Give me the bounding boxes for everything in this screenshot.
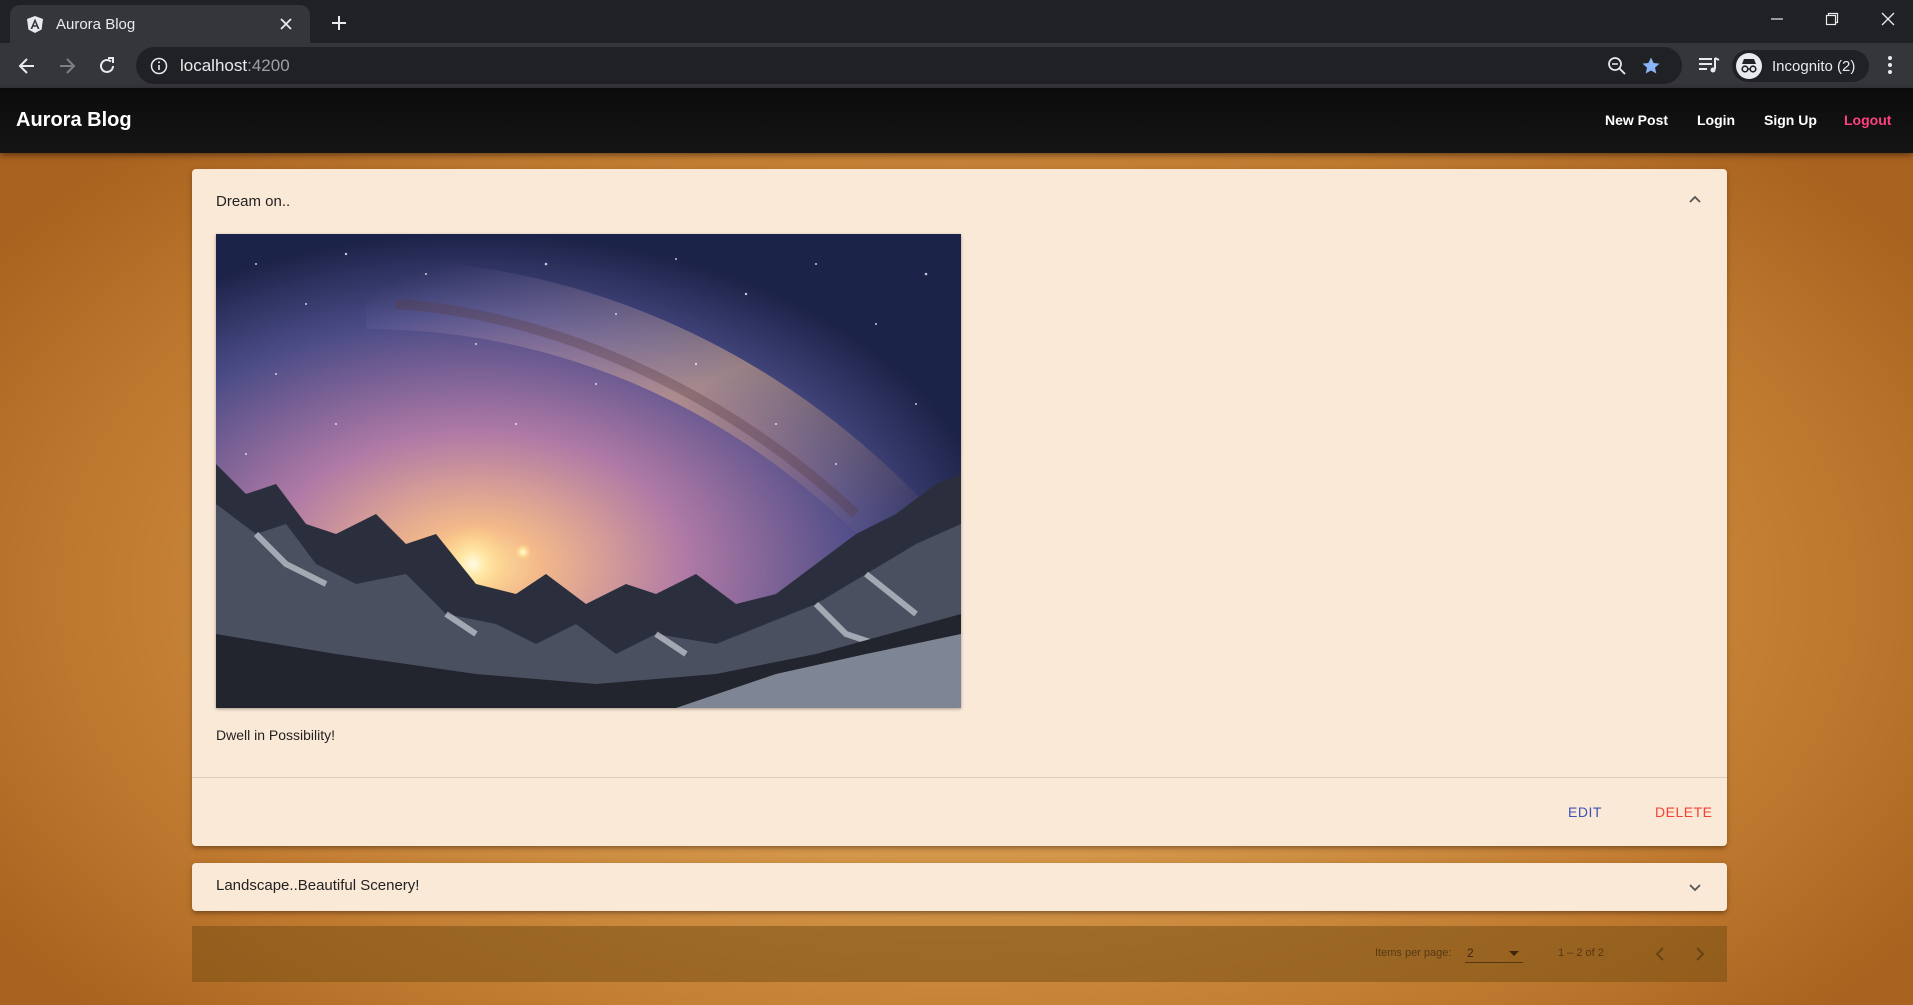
items-per-page-value: 2 — [1467, 946, 1474, 960]
page-range-label: 1 – 2 of 2 — [1558, 947, 1604, 959]
post-title[interactable]: Landscape..Beautiful Scenery! — [216, 877, 419, 894]
window-close-icon[interactable] — [1866, 4, 1910, 34]
info-icon[interactable] — [150, 57, 168, 75]
angular-favicon — [26, 15, 44, 33]
address-bar[interactable]: localhost:4200 — [136, 47, 1682, 84]
post-title[interactable]: Dream on.. — [216, 193, 290, 210]
chevron-down-icon[interactable] — [1687, 880, 1703, 896]
profile-label: Incognito (2) — [1772, 57, 1856, 75]
new-tab-button[interactable] — [325, 9, 353, 37]
star-icon[interactable] — [1640, 55, 1662, 77]
nav-new-post[interactable]: New Post — [1605, 112, 1668, 128]
next-page-icon[interactable] — [1686, 940, 1714, 968]
incognito-icon — [1736, 53, 1762, 79]
delete-button[interactable]: DELETE — [1655, 804, 1712, 820]
zoom-icon[interactable] — [1606, 55, 1628, 77]
reload-icon[interactable] — [92, 51, 122, 81]
nav-login[interactable]: Login — [1697, 112, 1735, 128]
page-background: Aurora Blog New Post Login Sign Up Logou… — [0, 88, 1913, 1005]
dropdown-arrow-icon — [1509, 951, 1519, 956]
close-icon[interactable] — [276, 14, 296, 35]
items-per-page-label: Items per page: — [1375, 947, 1452, 959]
url-host: localhost — [180, 55, 248, 75]
browser-tab-bar: Aurora Blog — [0, 0, 1913, 43]
restore-icon[interactable] — [1810, 4, 1854, 34]
incognito-profile-button[interactable]: Incognito (2) — [1732, 50, 1870, 82]
post-panel-expanded: Dream on.. Dwell in Possibility! EDIT DE… — [192, 169, 1727, 846]
edit-button[interactable]: EDIT — [1568, 804, 1602, 820]
previous-page-icon[interactable] — [1646, 940, 1674, 968]
paginator: Items per page: 2 1 – 2 of 2 — [192, 926, 1727, 982]
url-port: :4200 — [247, 55, 290, 75]
minimize-icon[interactable] — [1755, 4, 1799, 34]
media-control-icon[interactable] — [1696, 52, 1722, 78]
post-image — [216, 234, 961, 708]
browser-toolbar: localhost:4200 Incognito (2) — [0, 43, 1913, 88]
forward-arrow-icon[interactable] — [52, 51, 82, 81]
app-brand[interactable]: Aurora Blog — [16, 109, 132, 132]
action-row-divider — [192, 777, 1727, 778]
chevron-up-icon[interactable] — [1687, 191, 1703, 207]
post-panel-collapsed[interactable]: Landscape..Beautiful Scenery! — [192, 863, 1727, 911]
app-toolbar: Aurora Blog New Post Login Sign Up Logou… — [0, 88, 1913, 153]
nav-signup[interactable]: Sign Up — [1764, 112, 1817, 128]
browser-tab[interactable]: Aurora Blog — [10, 5, 310, 43]
nav-logout[interactable]: Logout — [1844, 112, 1891, 128]
items-per-page-select[interactable]: 2 — [1465, 943, 1523, 963]
back-arrow-icon[interactable] — [12, 51, 42, 81]
post-content: Dwell in Possibility! — [216, 727, 336, 743]
tab-title: Aurora Blog — [56, 15, 136, 33]
more-vert-icon[interactable] — [1880, 52, 1900, 78]
